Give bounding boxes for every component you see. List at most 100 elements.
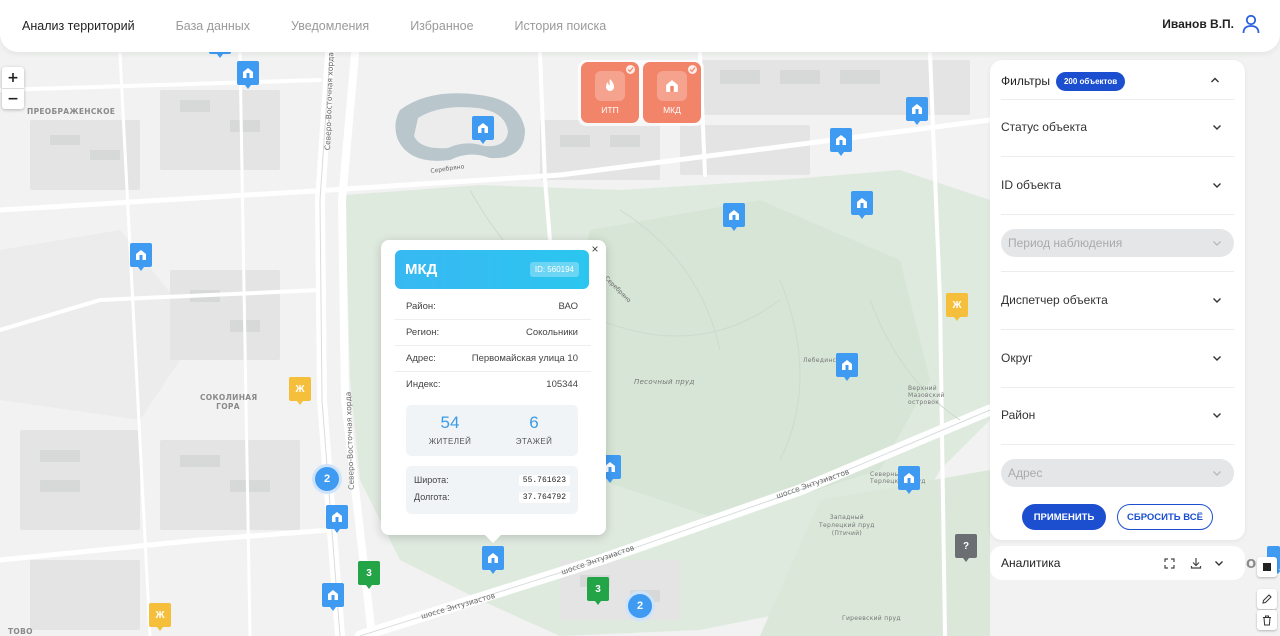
house-icon xyxy=(657,71,687,101)
yellow-marker[interactable]: Ж xyxy=(149,603,171,631)
nav-search-history[interactable]: История поиска xyxy=(515,19,607,33)
popup-coordinates: Широта: 55.761623 Долгота: 37.764792 xyxy=(406,466,578,514)
zoom-in-button[interactable]: + xyxy=(2,67,24,88)
download-icon[interactable] xyxy=(1189,556,1203,570)
object-popup: × МКД ID: 560194 Район: ВАО Регион: Соколь… xyxy=(381,240,606,543)
divider xyxy=(1001,329,1234,330)
delete-tool-button[interactable] xyxy=(1257,610,1277,630)
coord-longitude: Долгота: 37.764792 xyxy=(414,492,570,503)
divider xyxy=(395,345,591,346)
chip-label: МКД xyxy=(663,105,681,115)
popup-id-badge: ID: 560194 xyxy=(529,262,579,277)
square-tool-button[interactable] xyxy=(1257,557,1277,577)
house-marker[interactable] xyxy=(326,505,348,533)
zoom-out-button[interactable]: − xyxy=(2,88,24,109)
chevron-down-icon xyxy=(1213,413,1221,418)
coord-latitude: Широта: 55.761623 xyxy=(414,475,570,486)
divider xyxy=(395,319,591,320)
filters-header[interactable]: Фильтры 200 объектов xyxy=(1001,65,1234,97)
trash-icon xyxy=(1263,615,1271,625)
filter-object-id[interactable]: ID объекта xyxy=(1001,170,1234,200)
filter-observation-period: Период наблюдения xyxy=(1001,229,1234,257)
map-label-preobrazhenskoe: ПРЕОБРАЖЕНСКОЕ xyxy=(27,107,116,116)
house-marker[interactable] xyxy=(130,243,152,271)
house-marker[interactable] xyxy=(830,128,852,156)
map-label-verkhny: Верхний Мазовский островок xyxy=(908,385,945,406)
category-filter-chips: ИТП МКД xyxy=(578,60,704,126)
house-icon xyxy=(478,123,488,133)
house-icon xyxy=(243,68,253,78)
divider xyxy=(1001,271,1234,272)
chevron-down-icon xyxy=(1213,356,1221,361)
chevron-down-icon[interactable] xyxy=(1212,556,1226,570)
filter-okrug[interactable]: Округ xyxy=(1001,343,1234,373)
house-marker[interactable] xyxy=(472,116,494,144)
objects-count-badge: 200 объектов xyxy=(1055,71,1126,91)
nav-database[interactable]: База данных xyxy=(176,19,250,33)
close-icon[interactable]: × xyxy=(588,242,602,256)
house-marker[interactable] xyxy=(851,191,873,219)
house-marker[interactable] xyxy=(836,353,858,381)
stat-floors: 6 ЭТАЖЕЙ xyxy=(515,413,553,446)
popup-row-district: Район: ВАО xyxy=(406,301,578,312)
filter-status[interactable]: Статус объекта xyxy=(1001,112,1234,142)
filters-panel: Фильтры 200 объектов Статус объекта ID о… xyxy=(990,60,1245,540)
cluster-marker[interactable]: 2 xyxy=(625,591,655,621)
square-icon xyxy=(1263,563,1271,571)
analytics-bar[interactable]: Аналитика xyxy=(990,546,1245,580)
map-label-pesochny-prud: Песочный пруд xyxy=(634,378,695,386)
popup-row-index: Индекс: 105344 xyxy=(406,379,578,390)
house-icon xyxy=(836,135,846,145)
house-icon xyxy=(729,210,739,220)
check-icon xyxy=(688,65,697,74)
apply-button[interactable]: ПРИМЕНИТЬ xyxy=(1022,504,1106,530)
house-marker[interactable] xyxy=(322,583,344,611)
house-icon xyxy=(912,104,922,114)
map-label-zap-terletsky: Западный Терлецкий пруд (Птичий) xyxy=(819,514,875,537)
fullscreen-icon[interactable] xyxy=(1162,556,1176,570)
filters-title: Фильтры xyxy=(1001,74,1050,88)
edit-icon xyxy=(1262,594,1272,604)
edit-tool-button[interactable] xyxy=(1257,589,1277,609)
house-marker[interactable] xyxy=(723,203,745,231)
green-marker[interactable]: 3 xyxy=(587,577,609,605)
chevron-down-icon xyxy=(1213,125,1221,130)
popup-stats: 54 ЖИТЕЛЕЙ 6 ЭТАЖЕЙ xyxy=(406,405,578,456)
divider xyxy=(395,371,591,372)
filter-dispatcher[interactable]: Диспетчер объекта xyxy=(1001,285,1234,315)
filter-district[interactable]: Район xyxy=(1001,400,1234,430)
user-icon xyxy=(1242,14,1260,34)
chevron-down-icon xyxy=(1213,471,1221,476)
chip-mkd[interactable]: МКД xyxy=(643,62,701,123)
unknown-marker[interactable]: ? xyxy=(955,534,977,562)
stat-residents: 54 ЖИТЕЛЕЙ xyxy=(428,413,472,446)
nav-favorites[interactable]: Избранное xyxy=(410,19,473,33)
house-marker[interactable] xyxy=(906,97,928,125)
map-label-tovo: ТОВО xyxy=(8,627,33,636)
popup-row-address: Адрес: Первомайская улица 10 xyxy=(406,353,578,364)
filter-address: Адрес xyxy=(1001,459,1234,487)
cluster-marker[interactable]: 2 xyxy=(312,464,342,494)
house-icon xyxy=(857,198,867,208)
nav-territory-analysis[interactable]: Анализ территорий xyxy=(22,19,135,33)
divider xyxy=(1001,99,1234,100)
check-icon xyxy=(626,65,635,74)
chip-itp[interactable]: ИТП xyxy=(581,62,639,123)
map-label-gireevsky: Гиреевский пруд xyxy=(842,615,901,622)
chevron-down-icon xyxy=(1213,298,1221,303)
house-marker-selected[interactable] xyxy=(482,546,504,574)
yellow-marker[interactable]: Ж xyxy=(289,377,311,405)
house-icon xyxy=(842,360,852,370)
chevron-up-icon[interactable] xyxy=(1210,75,1220,85)
house-icon xyxy=(328,590,338,600)
house-marker[interactable] xyxy=(237,61,259,89)
fire-icon xyxy=(595,71,625,101)
nav-notifications[interactable]: Уведомления xyxy=(291,19,369,33)
yellow-marker[interactable]: Ж xyxy=(946,293,968,321)
analytics-title: Аналитика xyxy=(1001,556,1061,570)
green-marker[interactable]: 3 xyxy=(358,561,380,589)
zoom-control: + − xyxy=(2,67,24,109)
user-menu[interactable]: Иванов В.П. xyxy=(1162,14,1260,34)
house-marker[interactable] xyxy=(898,466,920,494)
reset-all-button[interactable]: СБРОСИТЬ ВСЁ xyxy=(1117,504,1213,530)
